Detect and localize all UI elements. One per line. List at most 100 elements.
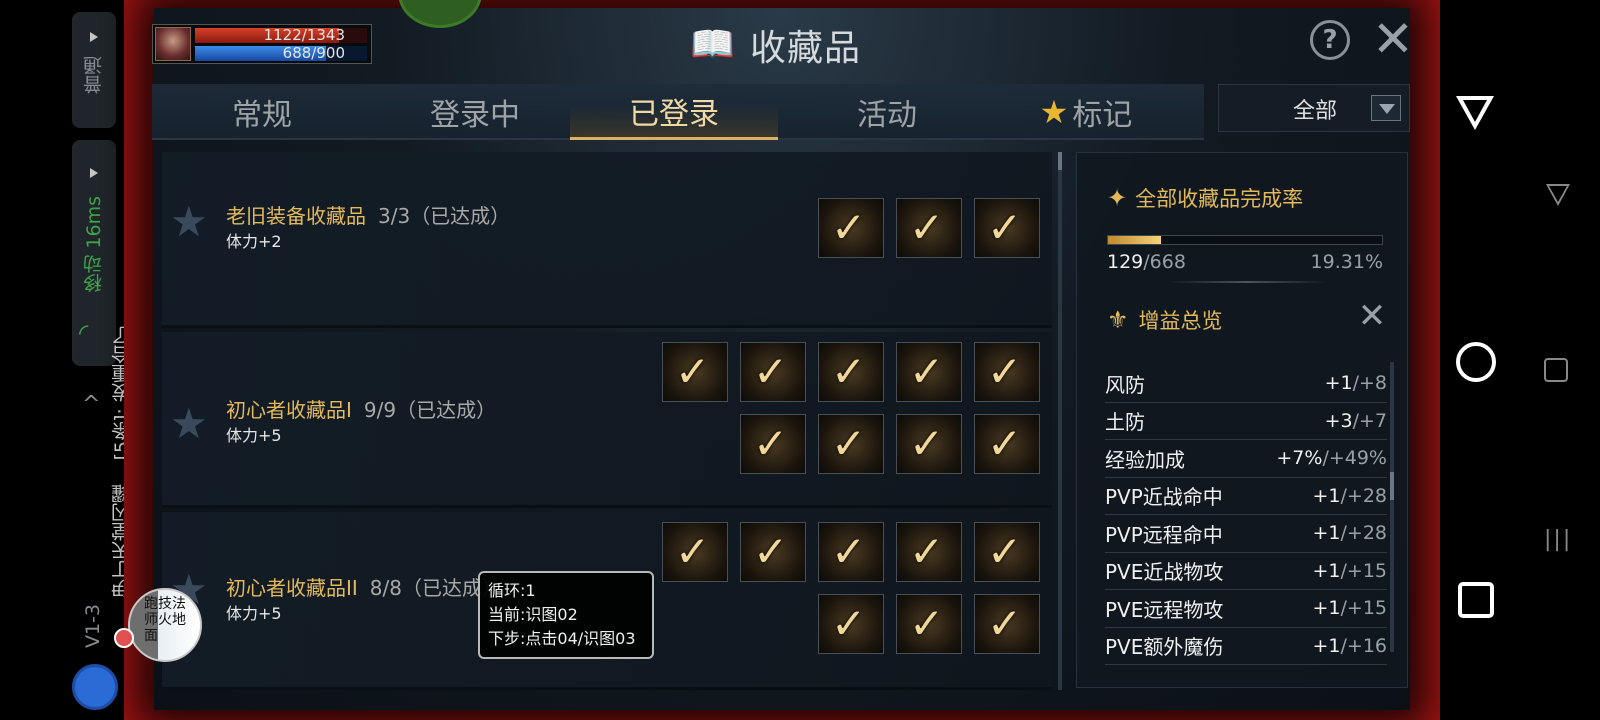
- item-slot[interactable]: ✓: [818, 198, 884, 258]
- tab-marked[interactable]: ★ 标记: [996, 84, 1176, 140]
- hp-text: 1122/1343: [263, 26, 345, 44]
- item-slot[interactable]: ✓: [896, 198, 962, 258]
- star-icon[interactable]: ★: [170, 201, 210, 243]
- buff-max: /+28: [1340, 484, 1388, 507]
- tooltip-line: 下步:点击04/识图03: [488, 629, 636, 648]
- buff-max: /+7: [1352, 409, 1387, 432]
- play-icon: [90, 168, 98, 178]
- check-icon: ✓: [987, 599, 1023, 648]
- buff-row: PVE远程物攻 +1/+15: [1105, 590, 1387, 628]
- filter-selected: 全部: [1293, 99, 1338, 124]
- collection-stat: 体力+5: [226, 426, 282, 445]
- check-icon: ✓: [831, 419, 867, 468]
- filter-dropdown[interactable]: 全部: [1218, 84, 1410, 132]
- collection-title: 老旧装备收藏品 3/3（已达成）: [226, 200, 510, 229]
- assistant-float-ball[interactable]: 跑技法师火地面: [128, 588, 202, 662]
- hp-bar: 1122/1343: [195, 28, 367, 43]
- check-icon: ✓: [987, 347, 1023, 396]
- close-icon[interactable]: ✕: [1370, 14, 1416, 64]
- item-slot[interactable]: ✓: [740, 342, 806, 402]
- item-slot[interactable]: ✓: [896, 414, 962, 474]
- back-icon[interactable]: [1456, 96, 1494, 130]
- book-icon: 📖: [690, 24, 735, 65]
- mode-pill[interactable]: 普通: [72, 12, 116, 128]
- item-slot[interactable]: ✓: [662, 522, 728, 582]
- item-slot[interactable]: ✓: [974, 522, 1040, 582]
- tooltip-line: 循环:1: [488, 581, 536, 600]
- check-icon: ✓: [909, 419, 945, 468]
- home-icon[interactable]: [1456, 342, 1496, 382]
- star-icon[interactable]: ★: [170, 403, 210, 445]
- back-icon-secondary[interactable]: [1546, 184, 1570, 206]
- check-icon: ✓: [831, 347, 867, 396]
- item-slot[interactable]: ✓: [896, 594, 962, 654]
- buff-value: +1/+15: [1312, 597, 1387, 619]
- collection-title: 初心者收藏品I 9/9（已达成）: [226, 394, 496, 423]
- check-icon: ✓: [675, 347, 711, 396]
- item-slot[interactable]: ✓: [974, 414, 1040, 474]
- buff-list[interactable]: 风防 +1/+8 土防 +3/+7 经验加成 +7%/+49% PVP近战命中 +1/+…: [1105, 365, 1387, 665]
- completion-progress-fill: [1108, 236, 1161, 244]
- item-slot[interactable]: ✓: [818, 594, 884, 654]
- check-icon: ✓: [753, 347, 789, 396]
- collection-row[interactable]: ★ 初心者收藏品I 9/9（已达成） 体力+5 ✓ ✓ ✓ ✓ ✓ ✓ ✓ ✓ ✓: [162, 332, 1052, 508]
- buff-value: +1/+28: [1312, 485, 1387, 507]
- chevron-down-icon[interactable]: [1371, 95, 1401, 121]
- completion-progress-bar: [1107, 235, 1383, 245]
- buff-scrollbar-thumb[interactable]: [1390, 472, 1394, 500]
- check-icon: ✓: [753, 527, 789, 576]
- recents-icon[interactable]: [1458, 582, 1494, 618]
- item-slot[interactable]: ✓: [818, 342, 884, 402]
- item-slot[interactable]: ✓: [896, 522, 962, 582]
- item-slot[interactable]: ✓: [818, 522, 884, 582]
- check-icon: ✓: [831, 599, 867, 648]
- tab-event[interactable]: 活动: [802, 84, 972, 140]
- tab-registered[interactable]: 已登录: [570, 84, 778, 140]
- item-slot[interactable]: ✓: [662, 342, 728, 402]
- buff-name: 风防: [1105, 372, 1145, 397]
- buff-name: PVE远程物攻: [1105, 597, 1224, 622]
- item-slot[interactable]: ✓: [974, 342, 1040, 402]
- help-icon[interactable]: ?: [1310, 20, 1350, 60]
- assistant-blue-icon[interactable]: [72, 664, 118, 710]
- check-icon: ✓: [753, 419, 789, 468]
- record-icon[interactable]: [114, 628, 134, 648]
- item-slot[interactable]: ✓: [740, 522, 806, 582]
- item-slot[interactable]: ✓: [896, 342, 962, 402]
- automation-tooltip: 循环:1 当前:识图02 下步:点击04/识图03: [478, 571, 654, 659]
- close-icon[interactable]: ✕: [1355, 299, 1389, 333]
- tooltip-line: 当前:识图02: [488, 605, 578, 624]
- mp-bar: 688/900: [195, 46, 367, 61]
- mode-label: 普通: [83, 56, 105, 94]
- buff-name: PVP近战命中: [1105, 485, 1223, 510]
- tab-registering[interactable]: 登录中: [380, 84, 570, 140]
- item-slot[interactable]: ✓: [974, 594, 1040, 654]
- buff-scrollbar[interactable]: [1390, 362, 1394, 652]
- tab-label: 已登录: [629, 96, 719, 132]
- avatar[interactable]: [155, 27, 191, 61]
- page-title: 收藏品: [750, 28, 862, 69]
- item-slot[interactable]: ✓: [740, 414, 806, 474]
- buff-current: +1: [1324, 372, 1353, 395]
- check-icon: ✓: [987, 419, 1023, 468]
- list-scrollbar[interactable]: [1058, 152, 1062, 690]
- buff-value: +1/+15: [1312, 560, 1387, 582]
- page-header: 📖 收藏品: [690, 20, 861, 70]
- recents-icon-secondary[interactable]: [1544, 358, 1568, 382]
- list-scrollbar-thumb[interactable]: [1058, 152, 1062, 170]
- collection-row[interactable]: ★ 老旧装备收藏品 3/3（已达成） 体力+2 ✓ ✓ ✓: [162, 152, 1052, 328]
- item-slot[interactable]: ✓: [974, 198, 1040, 258]
- buff-name: 土防: [1105, 410, 1145, 435]
- menu-icon[interactable]: |||: [1544, 528, 1572, 552]
- chevron-up-icon[interactable]: ^: [82, 392, 100, 417]
- check-icon: ✓: [909, 347, 945, 396]
- tab-label: 登录中: [430, 98, 520, 133]
- buff-current: +1: [1312, 522, 1341, 545]
- check-icon: ✓: [831, 527, 867, 576]
- item-slot[interactable]: ✓: [818, 414, 884, 474]
- buff-current: +1: [1312, 634, 1341, 657]
- tab-general[interactable]: 常规: [192, 84, 332, 140]
- buff-name: PVE近战物攻: [1105, 560, 1224, 585]
- float-ball-text: 跑技法师火地面: [144, 596, 186, 644]
- buff-row: 风防 +1/+8: [1105, 365, 1387, 403]
